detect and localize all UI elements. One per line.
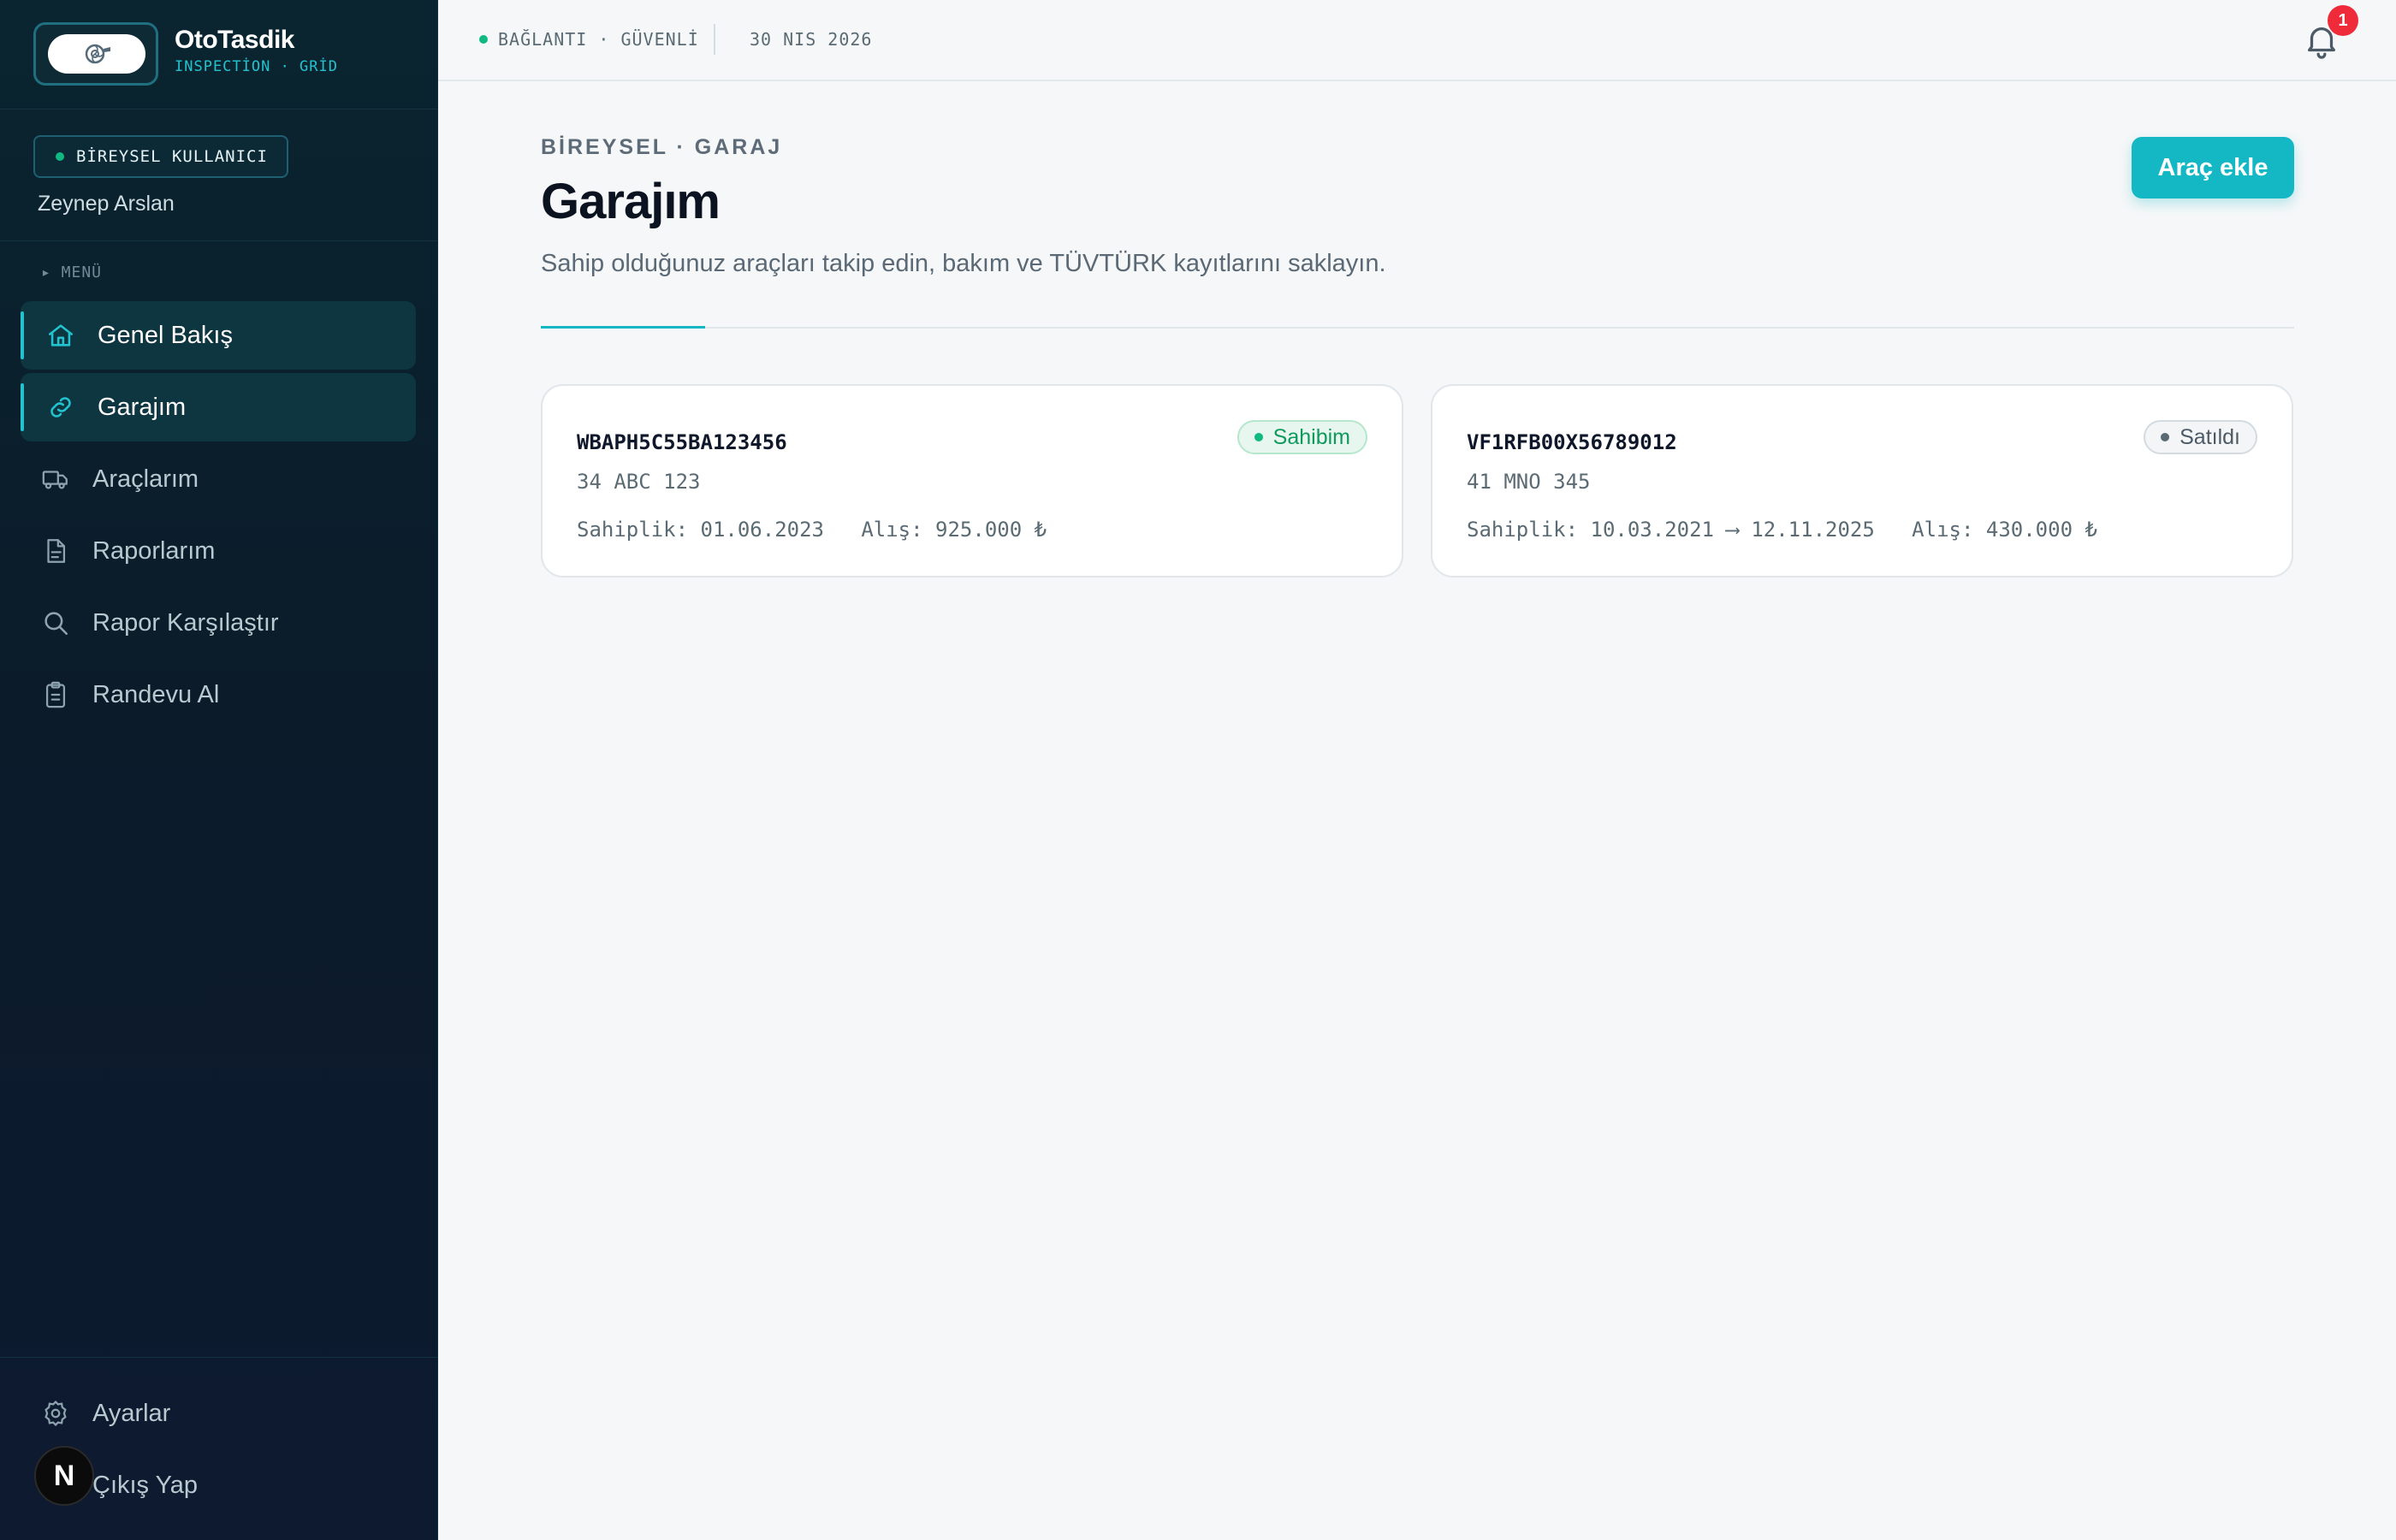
- logout-label: Çıkış Yap: [92, 1471, 199, 1499]
- turbo-logo-icon: [85, 44, 110, 64]
- vehicle-card[interactable]: WBAPH5C55BA123456 34 ABC 123 Sahiplik: 0…: [541, 384, 1403, 578]
- vehicle-plate: 41 MNO 345: [1467, 470, 1591, 494]
- sidebar-item-overview[interactable]: Genel Bakış: [21, 301, 416, 370]
- settings-link[interactable]: Ayarlar: [21, 1383, 416, 1443]
- link-icon: [46, 393, 75, 422]
- page-title: Garajım: [541, 174, 721, 229]
- sidebar-item-label: Randevu Al: [92, 680, 220, 708]
- page-description: Sahip olduğunuz araçları takip edin, bak…: [541, 250, 1386, 277]
- logo[interactable]: [33, 22, 158, 86]
- sidebar-item-garage[interactable]: Garajım: [21, 373, 416, 441]
- connection-status: BAĞLANTI · GÜVENLİ: [479, 29, 699, 50]
- settings-label: Ayarlar: [92, 1399, 171, 1427]
- sidebar-item-compare[interactable]: Rapor Karşılaştır: [21, 589, 416, 657]
- sidebar-item-label: Genel Bakış: [98, 321, 233, 349]
- sidebar-item-label: Rapor Karşılaştır: [92, 608, 279, 637]
- sidebar-item-label: Garajım: [98, 393, 187, 421]
- brand-header: OtoTasdik INSPECTİON · GRİD: [0, 0, 438, 110]
- user-name: Zeynep Arslan: [38, 192, 175, 216]
- top-bar: BAĞLANTI · GÜVENLİ 30 NIS 2026: [438, 0, 2396, 81]
- role-badge: BİREYSEL KULLANICI: [33, 135, 288, 178]
- vehicle-ownership: Sahiplik: 10.03.2021 ⟶ 12.11.2025 Alış: …: [1467, 518, 2097, 542]
- file-icon: [41, 536, 70, 566]
- home-icon: [46, 321, 75, 350]
- vehicle-vin: VF1RFB00X56789012: [1467, 430, 1677, 454]
- section-divider-accent: [541, 326, 705, 329]
- add-vehicle-button[interactable]: Araç ekle: [2132, 137, 2294, 198]
- sidebar-item-label: Raporlarım: [92, 536, 216, 565]
- sidebar-item-vehicles[interactable]: Araçlarım: [21, 445, 416, 513]
- truck-icon: [41, 465, 70, 494]
- topbar-divider: [714, 24, 715, 55]
- brand-name: OtoTasdik: [175, 26, 294, 54]
- avatar[interactable]: N: [34, 1446, 94, 1506]
- sidebar-item-appointment[interactable]: Randevu Al: [21, 660, 416, 729]
- sidebar: OtoTasdik INSPECTİON · GRİD BİREYSEL KUL…: [0, 0, 438, 1540]
- status-dot: [2161, 433, 2170, 441]
- clipboard-icon: [41, 680, 70, 709]
- user-block: BİREYSEL KULLANICI Zeynep Arslan: [0, 110, 438, 241]
- brand-subtitle: INSPECTİON · GRİD: [175, 58, 338, 75]
- sidebar-item-label: Araçlarım: [92, 465, 199, 493]
- gear-icon: [41, 1399, 70, 1428]
- section-divider: [541, 327, 2294, 329]
- search-icon: [41, 608, 70, 637]
- status-badge: Sahibim: [1237, 420, 1367, 454]
- vehicle-ownership: Sahiplik: 01.06.2023 Alış: 925.000 ₺: [577, 518, 1047, 542]
- vehicle-card[interactable]: VF1RFB00X56789012 41 MNO 345 Sahiplik: 1…: [1431, 384, 2293, 578]
- status-dot: [1254, 433, 1263, 441]
- logo-pill: [48, 34, 145, 74]
- breadcrumb: BİREYSEL · GARAJ: [541, 135, 783, 159]
- role-label: BİREYSEL KULLANICI: [76, 147, 268, 166]
- connection-label: BAĞLANTI · GÜVENLİ: [498, 29, 699, 50]
- vehicle-plate: 34 ABC 123: [577, 470, 701, 494]
- status-label: Sahibim: [1272, 424, 1350, 449]
- connection-dot: [479, 35, 488, 44]
- status-label: Satıldı: [2180, 424, 2240, 449]
- notification-badge: 1: [2328, 5, 2358, 36]
- vehicle-vin: WBAPH5C55BA123456: [577, 430, 787, 454]
- status-badge: Satıldı: [2144, 420, 2257, 454]
- sidebar-item-reports[interactable]: Raporlarım: [21, 517, 416, 585]
- menu-heading: ▸ MENÜ: [41, 264, 103, 281]
- current-date: 30 NIS 2026: [750, 29, 873, 50]
- status-dot: [56, 152, 64, 161]
